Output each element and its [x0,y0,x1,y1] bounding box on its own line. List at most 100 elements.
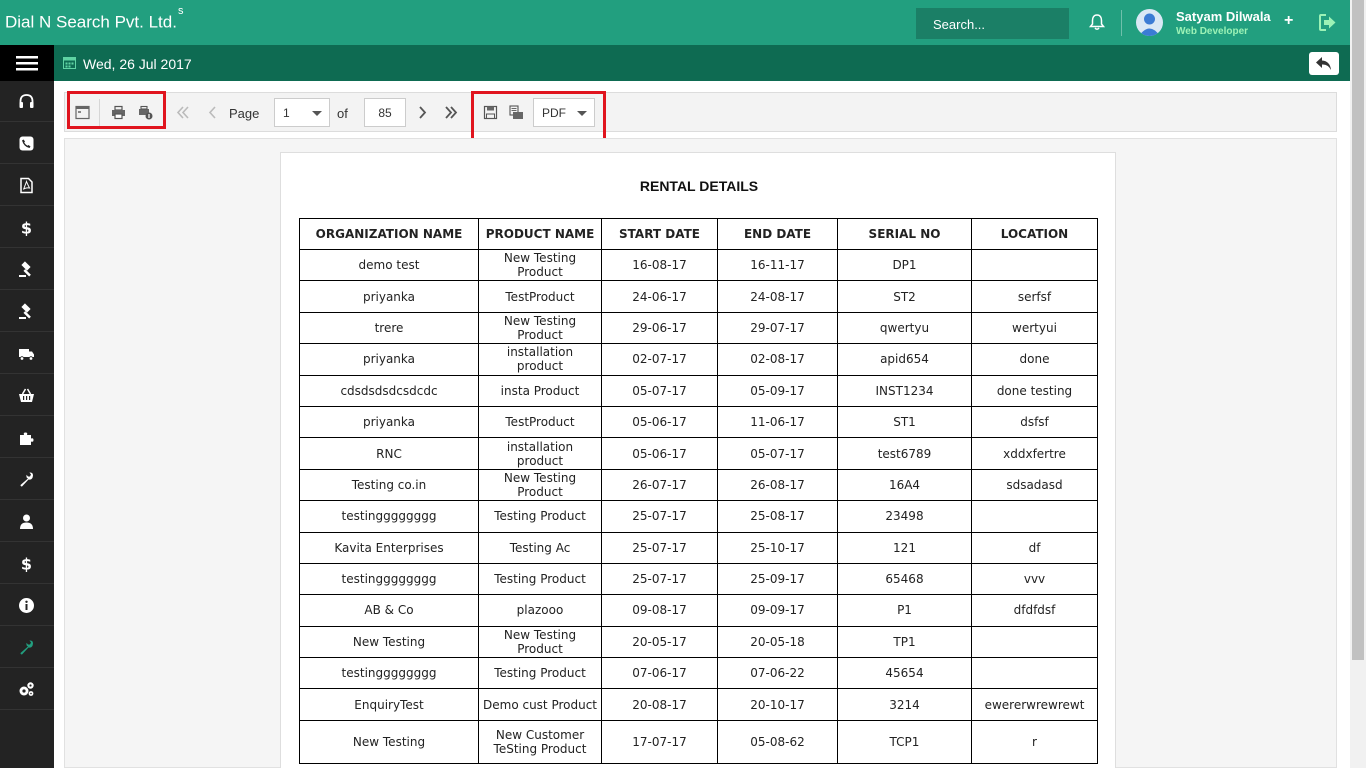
highlight-box [67,91,166,129]
table-cell: 20-10-17 [717,688,838,721]
column-header: LOCATION [971,218,1098,250]
table-cell: 05-08-62 [717,719,838,764]
table-cell: RNC [299,437,479,470]
table-cell: 07-06-22 [717,657,838,690]
table-cell: priyanka [299,280,479,313]
table-cell: 20-05-18 [717,625,838,659]
sidebar-item[interactable] [0,501,54,542]
table-cell: installation product [478,343,602,376]
table-row: testingggggggg Testing Product 25-07-17 25-… [299,562,1098,596]
table-cell: priyanka [299,405,479,439]
user-icon [20,514,33,529]
previous-page-icon[interactable] [205,105,220,120]
table-cell [971,625,1098,659]
table-cell: 26-07-17 [601,468,718,502]
table-cell: TestProduct [478,280,602,313]
sidebar-item[interactable] [0,417,54,458]
table-cell: ST1 [837,405,972,439]
divider [1121,10,1122,36]
table-cell: cdsdsdsdcsdcdc [299,374,479,407]
table-cell: 20-05-17 [601,625,718,659]
report-viewer: Page 1 of 85 PDF RENTAL DETAILS ORGANIZA… [64,91,1337,768]
menu-toggle[interactable] [0,45,54,81]
sidebar-item[interactable]: $ [0,207,54,248]
page-scrollbar-thumb[interactable] [1352,0,1364,660]
page-number-value: 1 [283,106,290,120]
user-avatar-icon [1139,13,1160,36]
sidebar-item[interactable]: $ [0,543,54,584]
column-header: PRODUCT NAME [478,218,602,250]
brand-superscript: s [177,5,184,17]
add-button[interactable]: + [1284,12,1293,30]
table-row: AB & Co plazooo 09-08-17 09-09-17 P1 dfdfdsf [299,594,1098,627]
sidebar-item[interactable] [0,123,54,164]
table-cell: 07-06-17 [601,657,718,690]
table-row: cdsdsdsdcsdcdc insta Product 05-07-17 05-09… [299,374,1098,407]
calendar-icon [63,57,76,69]
wrench-icon [20,472,33,487]
search-input[interactable]: Search... [916,8,1069,39]
next-page-icon[interactable] [415,105,430,120]
table-cell: 3214 [837,688,972,721]
sidebar-item[interactable] [0,165,54,206]
table-row: Testing co.in New Testing Product 26-07-17… [299,468,1098,502]
table-cell: sdsadasd [971,468,1098,502]
table-cell: insta Product [478,374,602,407]
sidebar-item[interactable] [0,669,54,710]
sidebar-item[interactable] [0,333,54,374]
table-cell: TP1 [837,625,972,659]
table-cell [971,248,1098,282]
svg-text:$: $ [21,555,32,572]
table-cell: ST2 [837,280,972,313]
sidebar-item[interactable] [0,627,54,668]
gavel-icon [19,261,31,277]
table-cell [971,657,1098,690]
brand-name: Dial N Search Pvt. Ltd. [5,12,177,32]
report-toolbar: Page 1 of 85 PDF [64,92,1337,132]
phone-icon [19,136,34,151]
reply-icon [1316,57,1331,70]
sidebar-item[interactable] [0,81,54,122]
table-cell: 29-07-17 [717,311,838,345]
table-cell: New Customer TeSting Product [478,719,602,764]
table-cell: trere [299,311,479,345]
table-cell: New Testing Product [478,311,602,345]
user-role: Web Developer [1176,26,1249,37]
report-content-area[interactable]: RENTAL DETAILS ORGANIZATION NAME PRODUCT … [64,138,1337,768]
first-page-icon[interactable] [175,105,190,120]
sidebar-item[interactable] [0,375,54,416]
user-name[interactable]: Satyam Dilwala [1176,9,1271,24]
gavel-icon [19,303,31,319]
table-cell: test6789 [837,437,972,470]
last-page-icon[interactable] [444,105,459,120]
truck-icon [19,349,34,361]
brand-logo[interactable]: Dial N Search Pvt. Ltd.s [5,5,183,33]
table-body: demo test New Testing Product 16-08-17 16-1… [299,248,1098,764]
table-cell: 17-07-17 [601,719,718,764]
table-cell: New Testing [299,625,479,659]
table-cell: 16-08-17 [601,248,718,282]
sidebar-item[interactable] [0,585,54,626]
table-cell: 09-08-17 [601,594,718,627]
bell-icon[interactable] [1088,13,1106,31]
sidebar-item[interactable] [0,459,54,500]
avatar[interactable] [1136,9,1163,36]
sidebar-item[interactable] [0,291,54,332]
table-cell: New Testing Product [478,625,602,659]
logout-icon[interactable] [1319,14,1337,31]
table-cell: 02-08-17 [717,343,838,376]
sidebar-item[interactable] [0,249,54,290]
column-header: SERIAL NO [837,218,972,250]
page-number-select[interactable]: 1 [274,98,330,127]
table-cell: 26-08-17 [717,468,838,502]
table-cell: Testing Product [478,500,602,533]
table-row: priyanka installation product 02-07-17 02-0… [299,343,1098,376]
rental-details-table: ORGANIZATION NAME PRODUCT NAME START DATE E… [299,218,1098,764]
table-cell: 11-06-17 [717,405,838,439]
back-button[interactable] [1309,52,1339,75]
svg-text:$: $ [21,219,32,236]
table-cell: vvv [971,562,1098,596]
sidebar: $ $ [0,45,54,768]
wrench-icon [20,640,33,655]
table-row: demo test New Testing Product 16-08-17 16-1… [299,248,1098,282]
